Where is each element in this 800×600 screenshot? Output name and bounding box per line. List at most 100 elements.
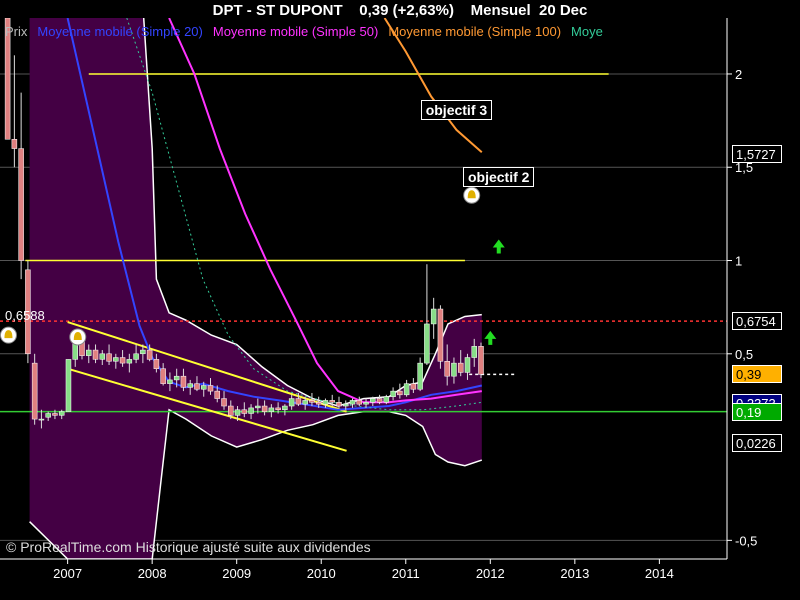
price-tag: 1,5727 [732, 144, 782, 163]
candle-body [248, 407, 254, 414]
candle-body [11, 139, 18, 149]
candle-body [106, 353, 112, 362]
candle-body [457, 362, 464, 373]
x-tick-label: 2012 [476, 566, 505, 581]
candle-body [363, 402, 369, 405]
last-price: 0,39 (+2,63%) [359, 2, 454, 19]
candle-body [221, 398, 227, 407]
candle-body [356, 400, 363, 405]
candle-body [282, 405, 288, 411]
candle-body [194, 383, 200, 390]
date-label: 20 Dec [538, 2, 588, 19]
candle-body [444, 361, 450, 377]
candle-body [241, 409, 248, 414]
candle-body [86, 349, 92, 356]
candle-body [464, 357, 471, 373]
candle-body [451, 362, 457, 377]
candle-body [342, 403, 349, 407]
y-tick-label: 0,5 [735, 347, 753, 362]
x-tick-label: 2014 [645, 566, 674, 581]
candle-body [478, 346, 484, 375]
candle-body [315, 402, 322, 405]
candle-body [430, 308, 437, 325]
candle-body [119, 357, 126, 364]
candle-body [295, 398, 302, 405]
candle-body [31, 362, 38, 420]
candle-body [52, 413, 58, 416]
copyright-notice: © ProRealTime.com Historique ajusté suit… [6, 539, 371, 555]
x-tick-label: 2011 [392, 566, 420, 581]
candle-body [471, 346, 477, 358]
candle-body [38, 418, 45, 421]
chart-title: DPT - ST DUPONT 0,39 (+2,63%) Mensuel 20… [0, 2, 800, 19]
legend-entry: Moye [571, 24, 603, 39]
price-tag: 0,6754 [732, 312, 782, 331]
candle-body [92, 349, 99, 360]
candle-body [255, 405, 261, 409]
candle-body [437, 308, 444, 362]
candle-body [146, 349, 153, 360]
candle-body [99, 353, 106, 360]
y-tick-label: -0,5 [735, 533, 757, 548]
legend: Prix Moyenne mobile (Simple 20) Moyenne mo… [5, 24, 727, 42]
candle-body [160, 368, 166, 384]
candle-body [322, 400, 329, 405]
candle-body [403, 383, 410, 396]
candle-body [153, 359, 160, 369]
period-label: Mensuel [470, 2, 531, 19]
price-tag: 0,19 [732, 402, 782, 421]
price-tag: 0,39 [732, 365, 782, 384]
x-tick-label: 2013 [560, 566, 589, 581]
candle-body [173, 375, 180, 381]
annotation-label: objectif 2 [462, 167, 535, 188]
candle-body [390, 390, 396, 397]
annotation-label: objectif 3 [420, 100, 493, 121]
candle-body [167, 379, 173, 384]
symbol-name: DPT - ST DUPONT [212, 2, 343, 19]
candle-body [65, 359, 72, 412]
candle-body [180, 375, 187, 388]
candle-body [417, 362, 423, 390]
candle-body [200, 385, 207, 390]
candle-body [268, 407, 275, 412]
candle-body [349, 400, 356, 405]
candle-body [234, 409, 241, 416]
candle-body [336, 402, 342, 407]
y-tick-label: 2 [735, 67, 742, 82]
candle-body [214, 390, 221, 399]
candle-body [228, 405, 234, 416]
candle-body [140, 349, 146, 355]
candle-body [424, 323, 430, 364]
candle-body [261, 405, 268, 412]
legend-entry: Moyenne mobile (Simple 50) [212, 24, 379, 39]
legend-entry: Moyenne mobile (Simple 20) [37, 24, 203, 39]
price-tag: 0,0226 [732, 433, 782, 452]
candle-body [18, 148, 24, 261]
candle-body [329, 400, 335, 403]
candle-body [45, 413, 51, 418]
legend-entry: Moyenne mobile (Simple 100) [388, 24, 562, 39]
candle-body [309, 400, 315, 403]
x-tick-label: 2008 [138, 566, 167, 581]
candle-body [275, 407, 281, 411]
candle-body [113, 357, 119, 362]
candle-body [126, 359, 133, 364]
side-price-label: 0,6588 [5, 308, 45, 324]
candle-body [397, 390, 403, 396]
candle-body [302, 400, 308, 405]
candle-body [207, 385, 214, 392]
candle-body [383, 396, 390, 403]
candle-body [58, 411, 65, 416]
candle-body [376, 398, 383, 403]
candle-body [288, 398, 295, 407]
y-tick-label: 1 [735, 254, 742, 269]
price-chart[interactable]: 21,510,5-0,52007 2008 2009 2010 2011 2012 2013… [0, 0, 800, 600]
legend-entry: Prix [5, 24, 28, 39]
candle-body [187, 383, 193, 388]
x-tick-label: 2010 [307, 566, 336, 581]
candle-body [133, 353, 139, 360]
x-tick-label: 2007 [53, 566, 82, 581]
x-tick-label: 2009 [222, 566, 251, 581]
candle-body [410, 383, 417, 390]
candle-body [370, 398, 376, 403]
